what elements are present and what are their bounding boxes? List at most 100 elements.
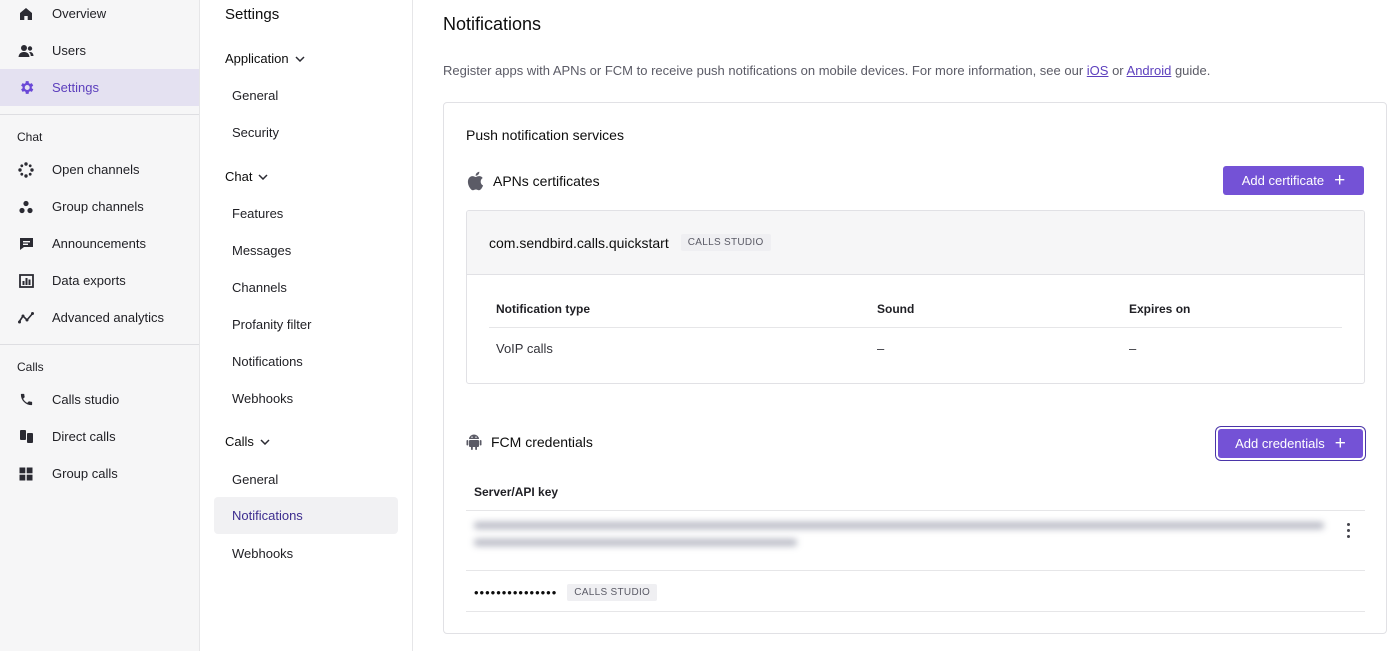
grid-icon <box>17 465 35 483</box>
settings-item-chat-notifications[interactable]: Notifications <box>214 343 398 380</box>
chevron-down-icon <box>258 173 268 180</box>
item-label: Channels <box>232 280 287 295</box>
announcements-icon <box>17 235 35 253</box>
direct-calls-icon <box>17 428 35 446</box>
divider <box>466 570 1365 571</box>
nav-label: Users <box>52 43 86 58</box>
nav-item-announcements[interactable]: Announcements <box>0 225 199 262</box>
apns-header: APNs certificates <box>466 171 600 191</box>
divider <box>0 344 199 345</box>
settings-item-features[interactable]: Features <box>214 195 398 232</box>
group-label: Calls <box>225 434 254 449</box>
card-title: Push notification services <box>466 127 624 143</box>
apns-title: APNs certificates <box>493 173 600 189</box>
column-header-expires-on: Expires on <box>1129 302 1191 316</box>
calls-studio-badge: CALLS STUDIO <box>680 234 771 251</box>
settings-item-messages[interactable]: Messages <box>214 232 398 269</box>
settings-item-chat-webhooks[interactable]: Webhooks <box>214 380 398 417</box>
settings-item-channels[interactable]: Channels <box>214 269 398 306</box>
item-label: General <box>232 472 279 487</box>
fcm-header: FCM credentials <box>466 433 593 451</box>
gear-icon <box>17 79 35 97</box>
add-certificate-button[interactable]: Add certificate + <box>1223 166 1364 195</box>
more-options-icon[interactable] <box>1339 519 1357 541</box>
settings-item-calls-webhooks[interactable]: Webhooks <box>214 535 398 572</box>
item-label: Security <box>232 125 279 140</box>
nav-item-group-channels[interactable]: Group channels <box>0 188 199 225</box>
nav-label: Direct calls <box>52 429 116 444</box>
plus-icon: + <box>1334 170 1346 191</box>
divider <box>0 114 199 115</box>
apns-certificate-entry: com.sendbird.calls.quickstart CALLS STUD… <box>466 210 1365 384</box>
chevron-down-icon <box>295 55 305 62</box>
android-guide-link[interactable]: Android <box>1127 63 1172 78</box>
button-label: Add certificate <box>1241 173 1325 188</box>
item-label: Messages <box>232 243 292 258</box>
nav-item-settings[interactable]: Settings <box>0 69 199 106</box>
push-services-card: Push notification services APNs certific… <box>443 102 1387 634</box>
nav-item-open-channels[interactable]: Open channels <box>0 151 199 188</box>
table-cell-sound: – <box>877 341 885 356</box>
item-label: Notifications <box>232 354 303 369</box>
settings-title: Settings <box>225 6 280 23</box>
settings-item-general[interactable]: General <box>214 77 398 114</box>
chevron-down-icon <box>260 438 270 445</box>
android-icon <box>466 434 482 450</box>
nav-item-calls-studio[interactable]: Calls studio <box>0 381 199 418</box>
column-header-sound: Sound <box>877 302 915 316</box>
calls-studio-badge: CALLS STUDIO <box>567 584 658 601</box>
data-exports-icon <box>17 272 35 290</box>
table-cell-notification-type: VoIP calls <box>496 341 553 356</box>
page-title: Notifications <box>443 14 542 34</box>
nav-label: Group channels <box>52 199 144 214</box>
nav-label: Settings <box>52 80 99 95</box>
page-description: Register apps with APNs or FCM to receiv… <box>443 63 1210 78</box>
users-icon <box>17 42 35 60</box>
settings-group-application[interactable]: Application <box>225 51 305 66</box>
nav-item-group-calls[interactable]: Group calls <box>0 455 199 492</box>
item-label: Profanity filter <box>232 317 312 332</box>
group-label: Application <box>225 51 289 66</box>
item-label: Webhooks <box>232 546 294 561</box>
masked-key-row: ••••••••••••••• CALLS STUDIO <box>474 584 658 601</box>
redacted-api-key <box>474 522 1324 556</box>
divider <box>466 510 1365 511</box>
column-header-notification-type: Notification type <box>496 302 591 316</box>
button-label: Add credentials <box>1235 436 1325 451</box>
settings-sidebar: Settings Application General Security Ch… <box>200 0 413 651</box>
divider <box>489 327 1342 328</box>
certificate-header: com.sendbird.calls.quickstart CALLS STUD… <box>467 211 1364 275</box>
description-text: Register apps with APNs or FCM to receiv… <box>443 63 1087 78</box>
nav-label: Data exports <box>52 273 126 288</box>
settings-item-profanity-filter[interactable]: Profanity filter <box>214 306 398 343</box>
add-credentials-button[interactable]: Add credentials + <box>1218 429 1363 458</box>
fcm-title: FCM credentials <box>491 434 593 450</box>
column-header-server-api-key: Server/API key <box>474 485 559 499</box>
settings-item-calls-notifications[interactable]: Notifications <box>214 497 398 534</box>
nav-item-overview[interactable]: Overview <box>0 0 199 32</box>
item-label: Webhooks <box>232 391 294 406</box>
phone-icon <box>17 391 35 409</box>
nav-label: Advanced analytics <box>52 310 165 325</box>
description-text: or <box>1108 63 1127 78</box>
item-label: Features <box>232 206 284 221</box>
settings-group-calls[interactable]: Calls <box>225 434 270 449</box>
group-label: Chat <box>225 169 253 184</box>
description-text: guide. <box>1171 63 1211 78</box>
nav-label: Announcements <box>52 236 146 251</box>
settings-group-chat[interactable]: Chat <box>225 169 268 184</box>
nav-item-advanced-analytics[interactable]: Advanced analytics <box>0 299 199 336</box>
plus-icon: + <box>1334 433 1346 454</box>
group-channels-icon <box>17 198 35 216</box>
nav-item-direct-calls[interactable]: Direct calls <box>0 418 199 455</box>
item-label: Notifications <box>232 508 303 523</box>
settings-item-security[interactable]: Security <box>214 114 398 151</box>
settings-item-calls-general[interactable]: General <box>214 461 398 498</box>
nav-item-data-exports[interactable]: Data exports <box>0 262 199 299</box>
table-cell-expires-on: – <box>1129 341 1137 356</box>
bundle-id: com.sendbird.calls.quickstart <box>489 234 669 251</box>
ios-guide-link[interactable]: iOS <box>1087 63 1109 78</box>
nav-item-users[interactable]: Users <box>0 32 199 69</box>
open-channels-icon <box>17 161 35 179</box>
primary-sidebar: Overview Users Settings Chat Open channe… <box>0 0 200 651</box>
